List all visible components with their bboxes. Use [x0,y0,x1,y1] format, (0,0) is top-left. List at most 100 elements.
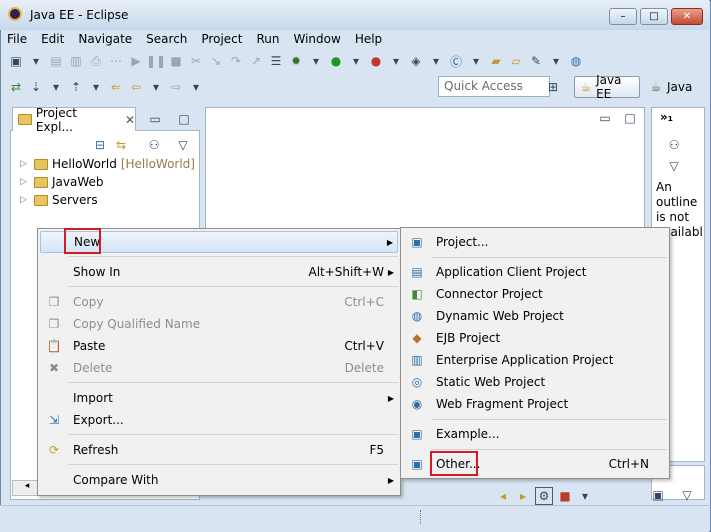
submenu-item-connector-project[interactable]: ◧ Connector Project [403,283,667,305]
external-tools-icon[interactable]: ● [368,53,384,69]
new-dropdown-icon[interactable]: ▾ [28,53,44,69]
submenu-item-dynamic-web-project[interactable]: ◍ Dynamic Web Project [403,305,667,327]
team-sync-icon[interactable]: ⇄ [8,79,24,95]
open-type-icon[interactable]: ▰ [488,53,504,69]
expand-arrow-icon[interactable]: ▷ [20,177,30,187]
new-class-icon[interactable]: Ⓒ [448,53,464,69]
focus-tasks-icon[interactable]: ⚇ [146,137,162,153]
bottom-view-icon[interactable]: ▣ [650,487,666,503]
submenu-item-enterprise-application-project[interactable]: ▥ Enterprise Application Project [403,349,667,371]
menu-edit[interactable]: Edit [34,30,71,48]
outline-menu-icon[interactable]: ▽ [666,158,682,174]
editor-minimize-icon[interactable]: ▭ [597,110,613,126]
debug-dropdown-icon[interactable]: ▾ [308,53,324,69]
tree-item-servers[interactable]: ▷ Servers [20,191,98,209]
new-server-dropdown-icon[interactable]: ▾ [428,53,444,69]
skip-breakpoints-icon[interactable]: ⋯ [108,53,124,69]
toggle-block-icon[interactable]: ☰ [268,53,284,69]
run-icon[interactable]: ● [328,53,344,69]
debug-icon[interactable]: ✹ [288,53,304,69]
menu-item-compare-with[interactable]: Compare With ▶ [40,469,398,491]
menu-navigate[interactable]: Navigate [71,30,139,48]
view-minimize-icon[interactable]: ▭ [147,111,163,127]
back-icon[interactable]: ⇦ [128,79,144,95]
expand-arrow-icon[interactable]: ▷ [20,195,30,205]
collapse-all-icon[interactable]: ⊟ [92,137,108,153]
view-menu-icon[interactable]: ▽ [175,137,191,153]
prev-annotation-icon[interactable]: ⇡ [68,79,84,95]
menu-project[interactable]: Project [194,30,249,48]
menu-item-delete[interactable]: ✖ Delete Delete [40,357,398,379]
menu-run[interactable]: Run [249,30,286,48]
close-tab-icon[interactable]: ✕ [125,113,135,127]
last-edit-location-icon[interactable]: ⇐ [108,79,124,95]
menu-item-paste[interactable]: 📋 Paste Ctrl+V [40,335,398,357]
new-icon[interactable]: ▣ [8,53,24,69]
tab-outline[interactable]: »₁ [660,110,673,124]
next-annotation-dropdown-icon[interactable]: ▾ [48,79,64,95]
bottom-view-menu-icon[interactable]: ▽ [679,487,695,503]
submenu-item-web-fragment-project[interactable]: ◉ Web Fragment Project [403,393,667,415]
next-icon[interactable]: ▸ [515,488,531,504]
menu-file[interactable]: File [0,30,34,48]
save-all-icon[interactable]: ▥ [68,53,84,69]
view-maximize-icon[interactable]: □ [176,111,192,127]
step-over-icon[interactable]: ↷ [228,53,244,69]
submenu-item-example[interactable]: ▣ Example... [403,423,667,445]
suspend-icon[interactable]: ❚❚ [146,53,166,69]
save-icon[interactable]: ▤ [48,53,64,69]
prev-annotation-dropdown-icon[interactable]: ▾ [88,79,104,95]
close-button[interactable]: ✕ [671,8,703,25]
step-return-icon[interactable]: ↗ [248,53,264,69]
submenu-item-ejb-project[interactable]: ◆ EJB Project [403,327,667,349]
tree-item-javaweb[interactable]: ▷ JavaWeb [20,173,104,191]
expand-arrow-icon[interactable]: ▷ [20,159,30,169]
menu-item-show-in[interactable]: Show In Alt+Shift+W ▶ [40,261,398,283]
new-class-dropdown-icon[interactable]: ▾ [468,53,484,69]
menu-item-label: Show In [73,265,121,279]
search-dropdown-icon[interactable]: ▾ [548,53,564,69]
minimize-button[interactable]: – [609,8,637,25]
menu-window[interactable]: Window [286,30,347,48]
open-perspective-icon[interactable]: ⊞ [545,79,561,95]
submenu-item-project[interactable]: ▣ Project... [403,231,667,253]
submenu-item-static-web-project[interactable]: ◎ Static Web Project [403,371,667,393]
external-tools-dropdown-icon[interactable]: ▾ [388,53,404,69]
menu-item-import[interactable]: Import ▶ [40,387,398,409]
forward-dropdown-icon[interactable]: ▾ [188,79,204,95]
menu-search[interactable]: Search [139,30,194,48]
menu-item-copy-qualified-name[interactable]: ❐ Copy Qualified Name [40,313,398,335]
perspective-java-ee[interactable]: ☕ Java EE [574,73,640,101]
menu-item-copy[interactable]: ❐ Copy Ctrl+C [40,291,398,313]
back-dropdown-icon[interactable]: ▾ [148,79,164,95]
quick-access-input[interactable]: Quick Access [438,76,550,97]
web-browser-icon[interactable]: ◍ [568,53,584,69]
submenu-item-application-client-project[interactable]: ▤ Application Client Project [403,261,667,283]
new-server-icon[interactable]: ◈ [408,53,424,69]
open-task-icon[interactable]: ▱ [508,53,524,69]
terminate-icon[interactable]: ■ [168,53,184,69]
forward-icon[interactable]: ⇨ [168,79,184,95]
menu-item-refresh[interactable]: ⟳ Refresh F5 [40,439,398,461]
menu-help[interactable]: Help [348,30,389,48]
run-dropdown-icon[interactable]: ▾ [348,53,364,69]
disconnect-icon[interactable]: ✂ [188,53,204,69]
perspective-java[interactable]: ☕ Java [643,76,705,98]
menu-item-export[interactable]: ⇲ Export... [40,409,398,431]
prev-icon[interactable]: ◂ [495,488,511,504]
stop-icon[interactable]: ■ [557,488,573,504]
maximize-button[interactable]: □ [640,8,668,25]
filter-icon[interactable]: ⚙ [535,487,553,505]
bottom-toolbar: ◂ ▸ ⚙ ■ ▾ [495,487,593,505]
step-into-icon[interactable]: ↘ [208,53,224,69]
search-icon[interactable]: ✎ [528,53,544,69]
tree-item-helloworld[interactable]: ▷ HelloWorld [HelloWorld] [20,155,195,173]
print-icon[interactable]: ⎙ [88,53,104,69]
outline-focus-icon[interactable]: ⚇ [666,137,682,153]
editor-maximize-icon[interactable]: □ [622,110,638,126]
resume-icon[interactable]: ▶ [128,53,144,69]
tab-project-explorer[interactable]: Project Expl... ✕ [12,106,136,134]
pin-icon[interactable]: ▾ [577,488,593,504]
link-with-editor-icon[interactable]: ⇆ [113,137,129,153]
next-annotation-icon[interactable]: ⇣ [28,79,44,95]
